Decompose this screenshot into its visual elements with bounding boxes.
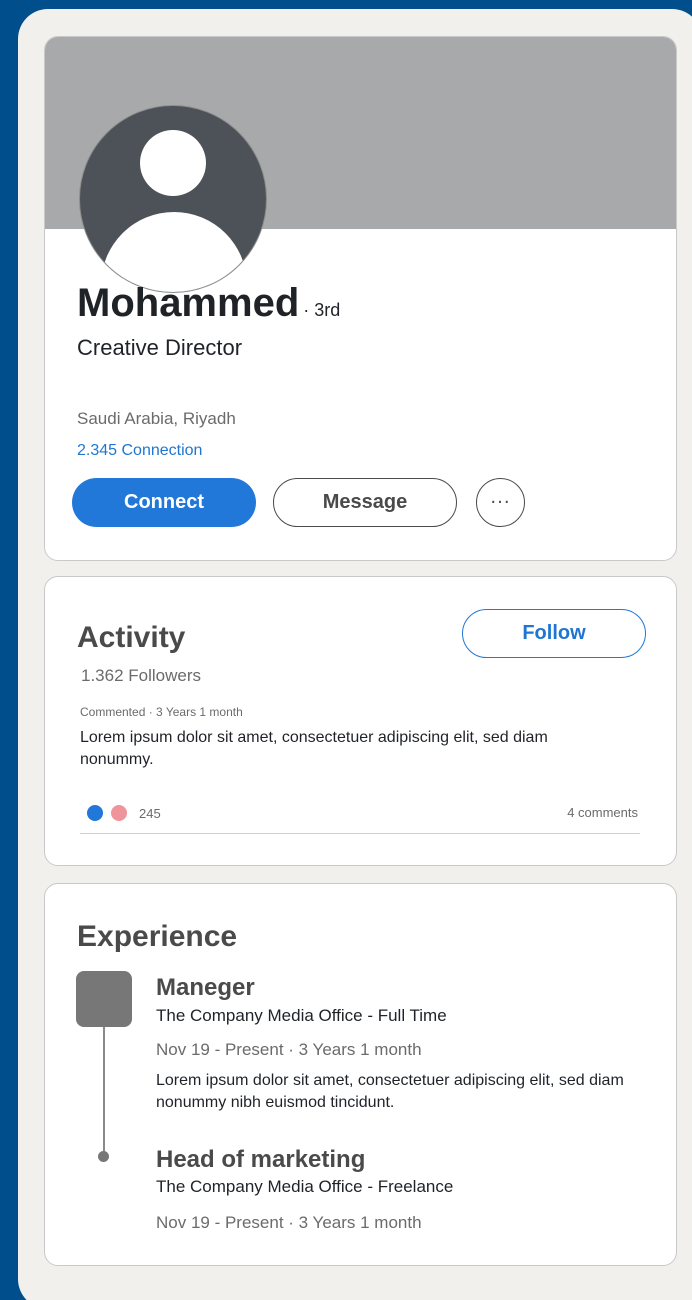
message-button[interactable]: Message xyxy=(273,478,457,527)
reactions[interactable]: 245 xyxy=(87,805,161,821)
job-description: Lorem ipsum dolor sit amet, consectetuer… xyxy=(156,1072,624,1111)
profile-card: Mohammed · 3rd Creative Director Saudi A… xyxy=(44,36,677,561)
profile-name: Mohammed xyxy=(77,281,300,325)
divider xyxy=(80,833,640,834)
connect-button[interactable]: Connect xyxy=(72,478,256,527)
timeline-dot-icon xyxy=(98,1151,109,1162)
more-options-button[interactable]: ··· xyxy=(476,478,525,527)
post-text[interactable]: Lorem ipsum dolor sit amet, consectetuer… xyxy=(80,727,580,771)
job-dates: Nov 19 - Present · 3 Years 1 month xyxy=(156,1040,422,1059)
timeline-line xyxy=(103,1027,105,1155)
more-icon: ··· xyxy=(490,492,511,513)
name-row: Mohammed · 3rd xyxy=(77,281,340,326)
job-company: The Company Media Office - Full Time xyxy=(156,1006,447,1025)
love-reaction-icon xyxy=(111,805,127,821)
like-reaction-icon xyxy=(87,805,103,821)
profile-location: Saudi Arabia, Riyadh xyxy=(77,409,236,428)
avatar-person-icon xyxy=(140,130,206,196)
followers-count: 1.362 Followers xyxy=(81,666,202,685)
activity-card: Activity Follow 1.362 Followers Commente… xyxy=(44,576,677,866)
experience-card: Experience Maneger The Company Media Off… xyxy=(44,883,677,1266)
reaction-count: 245 xyxy=(139,805,161,821)
post-meta: Commented · 3 Years 1 month xyxy=(80,705,243,719)
follow-button[interactable]: Follow xyxy=(462,609,646,658)
job-company: The Company Media Office - Freelance xyxy=(156,1177,454,1196)
activity-title: Activity xyxy=(77,621,186,654)
experience-title: Experience xyxy=(77,920,238,953)
avatar[interactable] xyxy=(79,105,267,293)
connection-degree: · 3rd xyxy=(303,300,341,320)
company-logo[interactable] xyxy=(76,971,132,1027)
profile-headline: Creative Director xyxy=(77,335,243,360)
job-title: Head of marketing xyxy=(156,1146,366,1173)
job-title: Maneger xyxy=(156,974,255,1001)
comments-link[interactable]: 4 comments xyxy=(567,805,638,820)
job-dates: Nov 19 - Present · 3 Years 1 month xyxy=(156,1213,422,1232)
connections-link[interactable]: 2.345 Connection xyxy=(77,442,202,460)
